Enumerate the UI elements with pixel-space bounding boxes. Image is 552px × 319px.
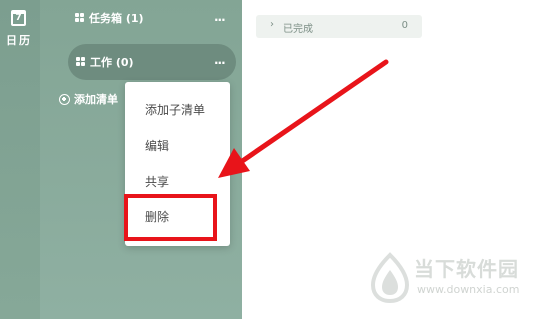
watermark-title: 当下软件园 [414,257,519,281]
watermark-logo-icon [370,252,410,304]
watermark-url: www.downxia.com [417,283,520,296]
